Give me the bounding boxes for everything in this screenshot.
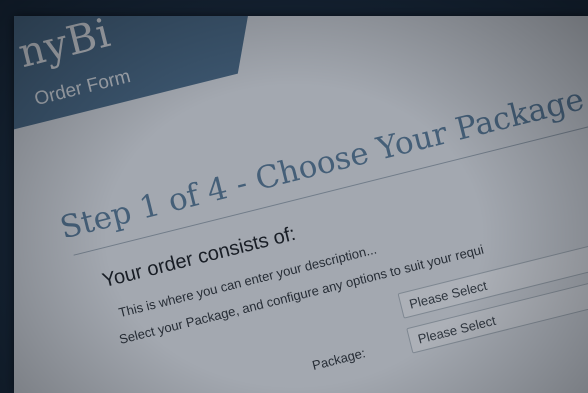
screenshot-stage: nyBi Order Form Step 1 of 4 - Choose You… (0, 0, 588, 393)
step-title: Step 1 of 4 - Choose Your Package (56, 81, 588, 247)
order-form-page: nyBi Order Form Step 1 of 4 - Choose You… (14, 16, 588, 393)
package-label: Package: (310, 345, 367, 373)
order-form-content: nyBi Order Form Step 1 of 4 - Choose You… (14, 16, 588, 382)
